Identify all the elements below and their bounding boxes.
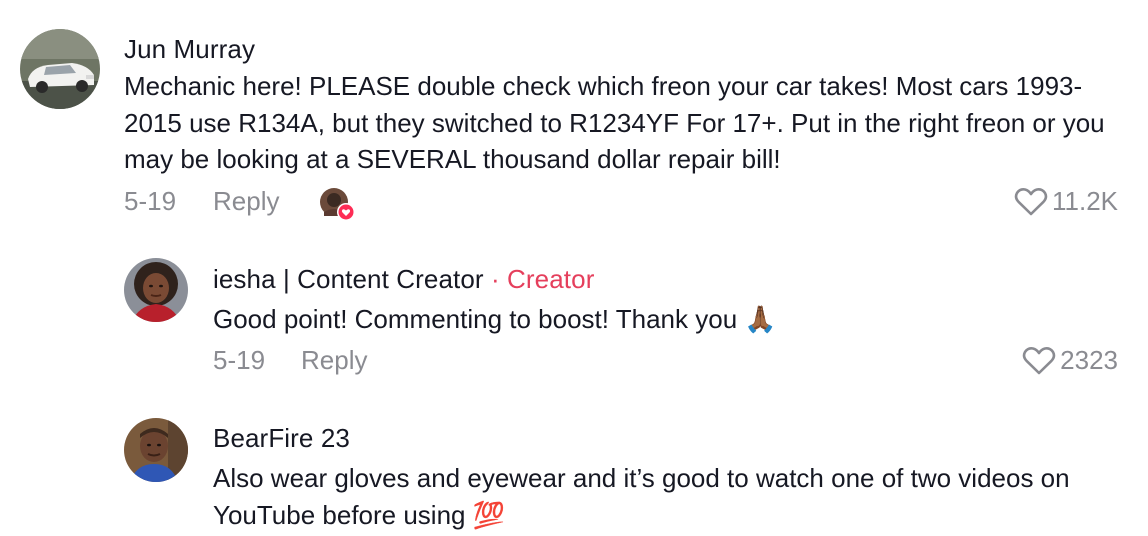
liked-by-creator-badge (318, 186, 356, 224)
comment-text: Mechanic here! PLEASE double check which… (124, 71, 1105, 174)
comment-author[interactable]: Jun Murray (124, 34, 255, 65)
reply-author[interactable]: BearFire 23 (213, 423, 350, 454)
like-button[interactable]: 11.2K (1014, 186, 1118, 217)
reply-text: Good point! Commenting to boost! Thank y… (213, 301, 1113, 338)
hundred-points-emoji: 💯 (472, 499, 506, 530)
avatar[interactable] (124, 258, 188, 322)
heart-outline-icon (1014, 187, 1048, 215)
reply-button[interactable]: Reply (301, 345, 367, 376)
like-count: 2323 (1060, 345, 1118, 375)
reply-text-content: Good point! Commenting to boost! Thank y… (213, 304, 738, 334)
folded-hands-emoji: 🙏🏾 (744, 304, 777, 334)
car-photo-avatar-icon (20, 29, 100, 109)
avatar[interactable] (124, 418, 188, 482)
creator-heart-avatar-icon (320, 188, 355, 221)
reply-author-name[interactable]: iesha | Content Creator (213, 264, 484, 294)
reply-text-content: Also wear gloves and eyewear and it’s go… (213, 463, 1070, 530)
like-count: 11.2K (1051, 186, 1118, 216)
man-portrait-avatar-icon (124, 418, 188, 482)
like-button[interactable]: 2323 (1022, 345, 1118, 376)
creator-badge: · Creator (490, 264, 595, 294)
reply-date: 5-19 (213, 345, 266, 375)
reply-text: Also wear gloves and eyewear and it’s go… (213, 460, 1093, 533)
heart-outline-icon (1022, 346, 1056, 374)
comment-date: 5-19 (124, 186, 177, 216)
woman-portrait-avatar-icon (124, 258, 188, 322)
reply-author: iesha | Content Creator · Creator (213, 264, 594, 295)
avatar[interactable] (20, 29, 100, 109)
reply-button[interactable]: Reply (213, 186, 279, 217)
